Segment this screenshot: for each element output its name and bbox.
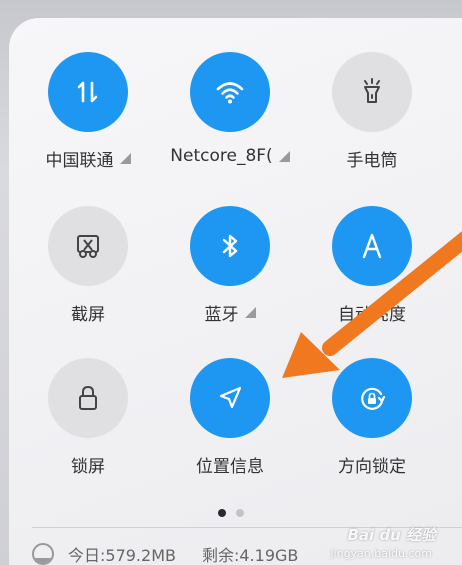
screenshot-toggle[interactable] (48, 206, 128, 286)
wifi-toggle[interactable] (190, 52, 270, 132)
data-usage-bar[interactable]: 今日:579.2MB 剩余:4.19GB (32, 542, 298, 565)
location-label: 位置信息 (196, 457, 264, 477)
tile-wifi[interactable]: Netcore_8F( (165, 52, 295, 166)
tile-flashlight[interactable]: 手电筒 (307, 52, 437, 171)
tile-label: 自动亮度 (338, 300, 406, 325)
page-indicator (0, 509, 462, 517)
tile-label: 截屏 (71, 300, 105, 325)
page-dot-current[interactable] (218, 509, 226, 517)
wifi-icon (216, 82, 244, 104)
data-usage-gauge-fill (34, 557, 52, 563)
bluetooth-label: 蓝牙 (204, 305, 239, 325)
tile-label: 蓝牙 (205, 300, 256, 325)
bluetooth-toggle[interactable] (190, 206, 270, 286)
tile-label: 中国联通 (46, 146, 131, 171)
auto-brightness-icon (362, 233, 382, 259)
screenshot-label: 截屏 (71, 305, 105, 325)
rotation-lock-icon (361, 387, 386, 410)
watermark-url: jingyan.baidu.com (330, 547, 432, 560)
menu-caret-icon[interactable] (119, 153, 131, 164)
lock-icon (79, 385, 97, 410)
watermark-logo: Bai du 经验 (347, 526, 436, 544)
rotation-lock-label: 方向锁定 (338, 457, 406, 477)
tile-lock-screen[interactable]: 锁屏 (23, 358, 153, 477)
lock-screen-toggle[interactable] (48, 358, 128, 438)
wifi-label: Netcore_8F( (170, 146, 273, 166)
tile-mobile-data[interactable]: 中国联通 (23, 52, 153, 171)
mobile-data-toggle[interactable] (48, 52, 128, 132)
tile-bluetooth[interactable]: 蓝牙 (165, 206, 295, 325)
tile-auto-brightness[interactable]: 自动亮度 (307, 206, 437, 325)
mobile-data-label: 中国联通 (45, 151, 114, 171)
page-dot[interactable] (236, 509, 244, 517)
tile-label: Netcore_8F( (170, 146, 290, 166)
bluetooth-icon (222, 234, 238, 258)
tile-rotation-lock[interactable]: 方向锁定 (307, 358, 437, 477)
lock-screen-label: 锁屏 (71, 457, 105, 477)
tile-label: 方向锁定 (338, 452, 406, 477)
mobile-data-icon (77, 81, 98, 103)
flashlight-icon (364, 78, 380, 103)
tile-label: 锁屏 (71, 452, 105, 477)
rotation-lock-toggle[interactable] (332, 358, 412, 438)
data-used-today: 今日:579.2MB (68, 546, 176, 565)
screenshot-icon (77, 235, 99, 258)
menu-caret-icon[interactable] (244, 307, 256, 318)
flashlight-label: 手电筒 (346, 151, 398, 171)
auto-brightness-toggle[interactable] (332, 206, 412, 286)
auto-brightness-label: 自动亮度 (338, 305, 406, 325)
tile-screenshot[interactable]: 截屏 (23, 206, 153, 325)
data-usage-gauge-icon (32, 543, 54, 565)
tile-location[interactable]: 位置信息 (165, 358, 295, 477)
location-toggle[interactable] (190, 358, 270, 438)
location-icon (219, 386, 242, 409)
data-remaining: 剩余:4.19GB (201, 546, 299, 565)
menu-caret-icon[interactable] (278, 150, 290, 162)
tile-label: 手电筒 (347, 146, 398, 171)
tile-label: 位置信息 (196, 452, 264, 477)
flashlight-toggle[interactable] (332, 52, 412, 132)
